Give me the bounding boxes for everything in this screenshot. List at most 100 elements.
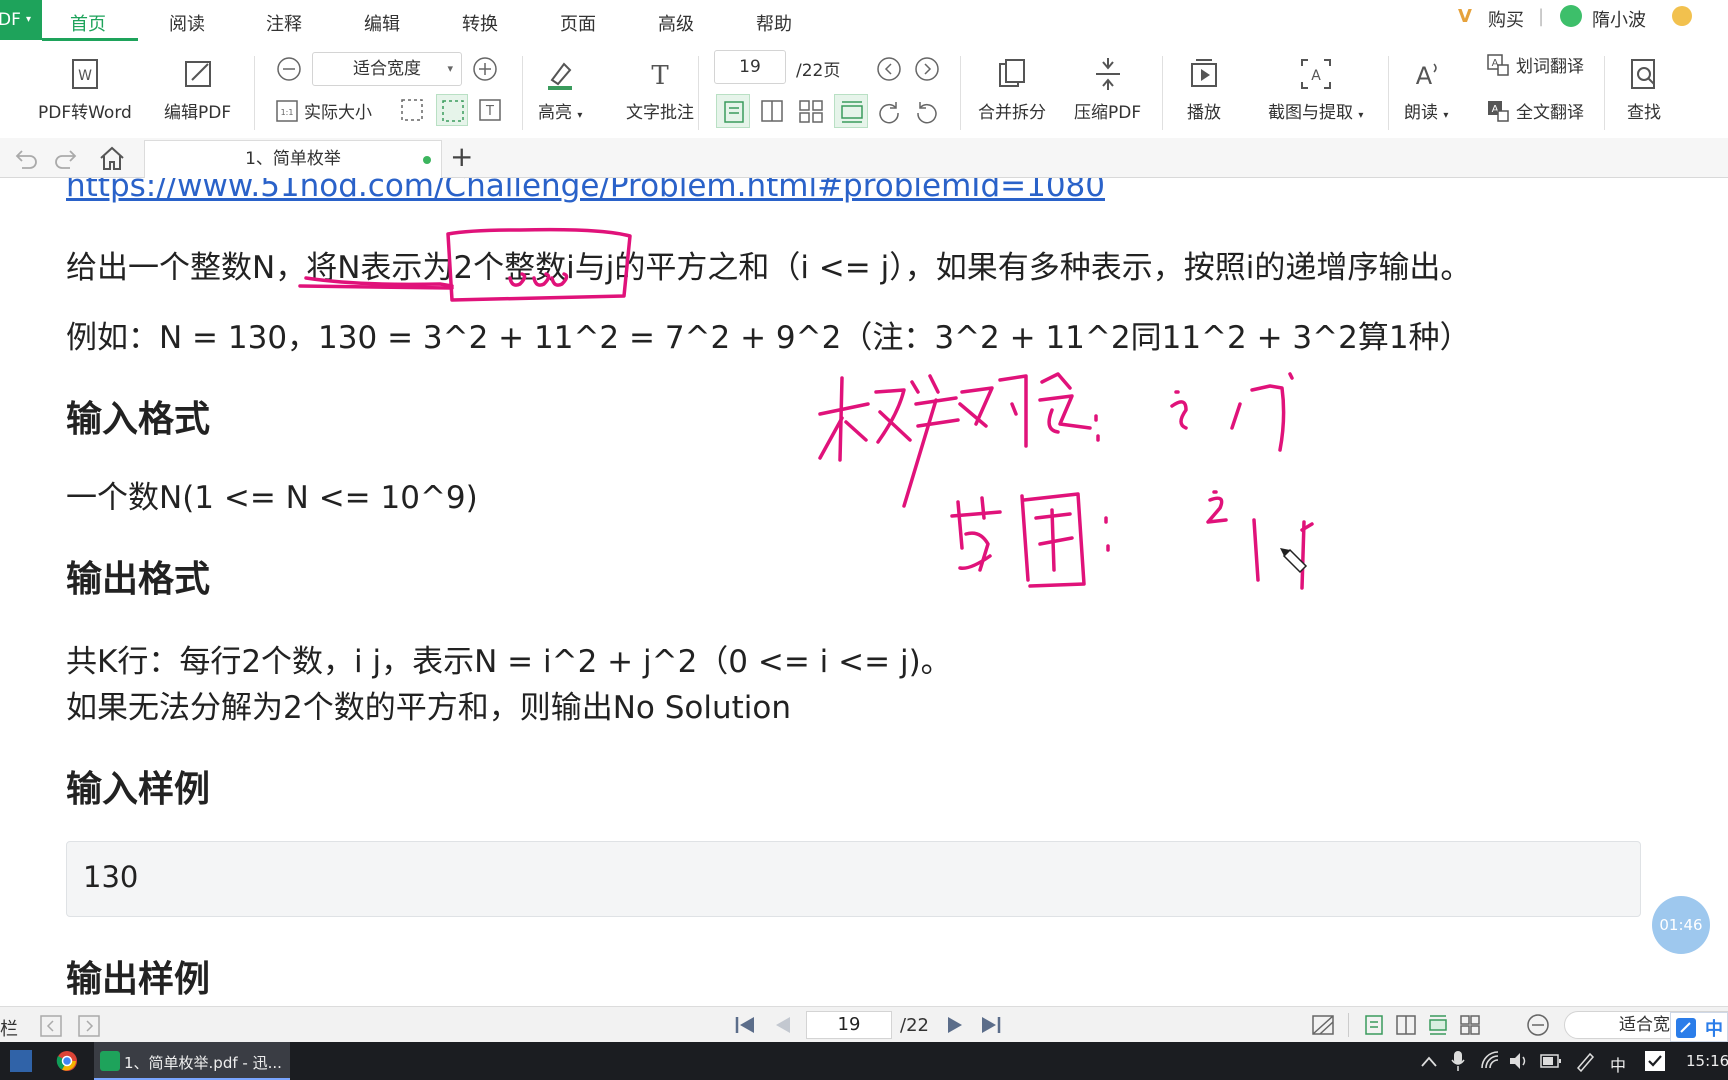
page-number-input[interactable]: 19 [714,50,786,84]
next-page-icon[interactable] [946,1015,964,1035]
new-tab-button[interactable]: + [450,140,473,173]
menu-bar: DF ▾ 首页 阅读 注释 编辑 转换 页面 高级 帮助 V 购买 | 隋小波 [0,0,1728,41]
play-button[interactable]: 播放 [1186,56,1222,123]
ime-floating-badge[interactable]: 中 [1670,1012,1728,1042]
sample-input-heading: 输入样例 [66,769,211,810]
undo-icon[interactable] [12,146,38,170]
input-format-heading: 输入格式 [66,399,211,440]
forward-icon[interactable] [78,1015,100,1037]
full-translate-button[interactable]: A 全文翻译 [1486,98,1584,123]
night-mode-icon[interactable] [1312,1015,1334,1035]
compress-pdf-label: 压缩PDF [1074,103,1142,123]
single-page-toggle[interactable] [716,94,750,128]
word-translate-button[interactable]: A 划词翻译 [1486,52,1584,77]
zoom-in-icon[interactable] [472,56,498,82]
zoom-select[interactable]: 适合宽度 ▾ [312,52,462,86]
menu-page[interactable]: 页面 [560,10,596,36]
toolbar: W PDF转Word 编辑PDF 适合宽度 ▾ 1:1 实际大小 T 高亮 ▾ … [0,42,1728,138]
zoom-out-icon[interactable] [276,56,302,82]
wifi-icon[interactable] [1480,1050,1502,1072]
pdf-app-icon [100,1051,120,1071]
toolbar-divider [960,56,961,130]
toolbar-divider [698,56,699,130]
chrome-icon[interactable] [56,1050,78,1072]
app-menu-button[interactable]: DF ▾ [0,0,42,40]
sidebar-toggle-label[interactable]: 栏 [0,1015,18,1041]
buy-button[interactable]: 购买 [1488,6,1524,32]
user-name[interactable]: 隋小波 [1592,6,1646,32]
avatar[interactable] [1560,5,1582,27]
scroll-mode-toggle[interactable] [834,94,868,128]
recording-timer[interactable]: 01:46 [1652,896,1710,954]
highlight-button[interactable]: 高亮 ▾ [538,56,582,123]
fit-page-icon[interactable] [400,98,424,122]
search-label: 查找 [1627,103,1661,123]
text-comment-label: 文字批注 [626,103,694,123]
app-badge-label: DF [0,10,21,30]
merge-split-icon [999,59,1025,87]
highlighter-icon [548,62,573,90]
fit-width-icon [442,100,464,122]
microphone-icon[interactable] [1450,1050,1466,1072]
double-page-icon[interactable] [760,99,784,123]
menu-home[interactable]: 首页 [70,10,106,36]
medal-icon[interactable] [1672,6,1692,26]
screenshot-extract-button[interactable]: A 截图与提取 ▾ [1268,56,1363,123]
tab-document[interactable]: 1、简单枚举 [144,140,442,178]
status-page-input[interactable]: 19 [806,1011,892,1039]
prev-page-icon[interactable] [876,56,902,82]
taskbar-ime-label[interactable]: 中 [1610,1052,1626,1076]
merge-split-button[interactable]: 合并拆分 [978,56,1046,123]
fit-width-toggle[interactable] [436,94,468,126]
edit-pdf-icon [184,61,211,87]
read-aloud-button[interactable]: A 朗读 ▾ [1404,56,1448,123]
rotate-right-icon[interactable] [876,99,902,125]
pen-icon[interactable] [1574,1050,1596,1072]
read-aloud-icon: A [1416,62,1437,90]
next-page-icon[interactable] [914,56,940,82]
rotate-left-icon[interactable] [914,99,940,125]
document-view[interactable]: https://www.51nod.com/Challenge/Problem.… [0,178,1728,1006]
continuous-view-icon[interactable] [1428,1015,1448,1035]
first-page-icon[interactable] [734,1015,756,1035]
text-comment-button[interactable]: T 文字批注 [626,56,694,123]
menu-advanced[interactable]: 高级 [658,10,694,36]
redo-icon[interactable] [54,146,80,170]
pdf-to-word-button[interactable]: W PDF转Word [38,56,132,123]
notification-check-icon[interactable] [1644,1050,1666,1072]
volume-icon[interactable] [1508,1050,1530,1072]
highlight-label: 高亮 ▾ [538,103,583,123]
menu-read[interactable]: 阅读 [169,10,205,36]
svg-text:A: A [1416,62,1433,90]
active-menu-indicator [42,38,138,41]
taskbar: 1、简单枚举.pdf - 迅... 中 15:16 [0,1042,1728,1080]
chevron-up-icon[interactable] [1420,1054,1438,1068]
status-page-total: /22 [900,1015,929,1036]
screenshot-icon: A [1300,59,1331,89]
edit-pdf-button[interactable]: 编辑PDF [164,56,231,123]
book-view-icon[interactable] [1460,1015,1480,1035]
double-page-view-icon[interactable] [1396,1015,1416,1035]
home-icon[interactable] [98,145,126,171]
problem-link[interactable]: https://www.51nod.com/Challenge/Problem.… [66,178,1105,204]
dev-cpp-icon[interactable] [10,1050,32,1072]
previous-page-icon[interactable] [774,1015,792,1035]
single-page-view-icon[interactable] [1364,1015,1384,1035]
menu-annotate[interactable]: 注释 [266,10,302,36]
back-icon[interactable] [40,1015,62,1037]
compress-pdf-button[interactable]: 压缩PDF [1074,56,1141,123]
last-page-icon[interactable] [980,1015,1002,1035]
continuous-page-icon[interactable] [798,99,824,123]
text-select-icon[interactable]: T [478,98,502,122]
menu-help[interactable]: 帮助 [756,10,792,36]
battery-icon[interactable] [1540,1052,1562,1070]
taskbar-pdf-window[interactable]: 1、简单枚举.pdf - 迅... [94,1042,290,1080]
problem-description: 给出一个整数N，将N表示为2个整数i与j的平方之和（i <= j），如果有多种表… [66,250,1472,286]
zoom-out-icon[interactable] [1526,1013,1550,1037]
menu-convert[interactable]: 转换 [462,10,498,36]
status-bar: 栏 19 /22 适合宽 [0,1006,1728,1042]
actual-size-button[interactable]: 1:1 实际大小 [276,98,372,123]
search-button[interactable]: 查找 [1626,56,1662,123]
menu-edit[interactable]: 编辑 [364,10,400,36]
divider: | [1538,6,1545,27]
